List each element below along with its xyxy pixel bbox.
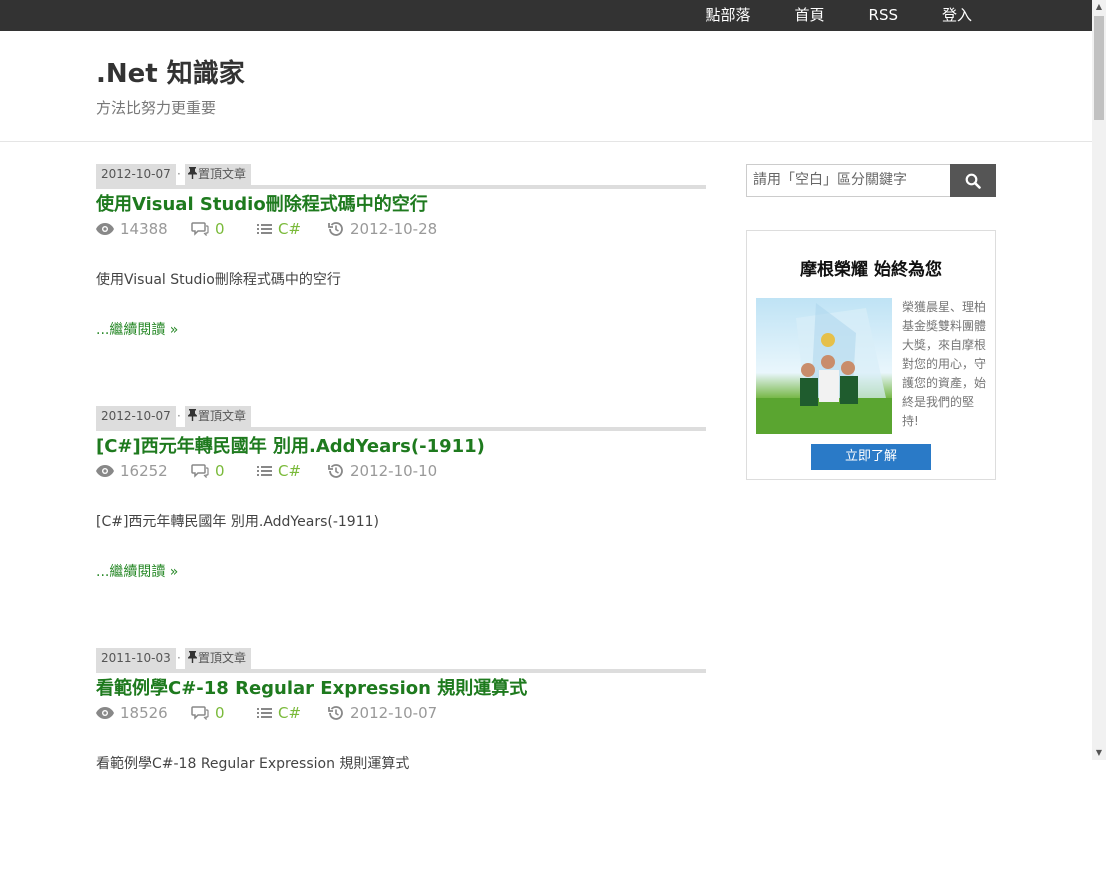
ad-title[interactable]: 摩根榮耀 始終為您	[747, 255, 995, 280]
post-stats: 14388 0 C# 2012-10-28	[96, 220, 706, 240]
comment-count-value: 0	[215, 220, 225, 238]
view-count-value: 14388	[120, 220, 168, 238]
pin-icon	[188, 651, 197, 663]
post-updated: 2012-10-07	[328, 704, 437, 722]
pin-icon	[188, 167, 197, 179]
view-count-value: 18526	[120, 704, 168, 722]
pin-icon	[188, 409, 197, 421]
site-title[interactable]: .Net 知識家	[96, 53, 245, 90]
search-button[interactable]	[950, 164, 996, 197]
post-title[interactable]: 使用Visual Studio刪除程式碼中的空行	[96, 190, 428, 216]
ad-description: 榮獲晨星、理柏基金獎雙料團體大獎，來自摩根對您的用心，守護您的資產，始終是我們的…	[902, 300, 987, 428]
sticky-badge: 置頂文章	[185, 648, 252, 669]
search-icon	[965, 173, 981, 189]
updated-date: 2012-10-28	[350, 220, 438, 238]
post-meta-bar: 2011-10-03 · 置頂文章	[96, 648, 706, 673]
eye-icon	[96, 707, 114, 719]
meta-separator: ·	[177, 409, 181, 423]
top-navigation-bar: 點部落 首頁 RSS 登入	[0, 0, 1092, 31]
read-more-link[interactable]: ...繼續閱讀 »	[96, 319, 178, 339]
search-box: 請用「空白」區分關鍵字	[746, 164, 996, 197]
history-icon	[328, 464, 343, 478]
comment-count-value: 0	[215, 704, 225, 722]
comment-count-value: 0	[215, 462, 225, 480]
scroll-thumb[interactable]	[1094, 16, 1104, 120]
post-excerpt: [C#]西元年轉民國年 別用.AddYears(-1911)	[96, 514, 379, 530]
post-updated: 2012-10-10	[328, 462, 437, 480]
sticky-label: 置頂文章	[198, 409, 247, 423]
post-title[interactable]: [C#]西元年轉民國年 別用.AddYears(-1911)	[96, 432, 485, 458]
post-category[interactable]: C#	[257, 462, 301, 480]
post-category[interactable]: C#	[257, 220, 301, 238]
nav-home[interactable]: 首頁	[795, 0, 825, 31]
category-label: C#	[278, 220, 302, 238]
sticky-label: 置頂文章	[198, 167, 247, 181]
post-title[interactable]: 看範例學C#-18 Regular Expression 規則運算式	[96, 674, 527, 700]
view-count: 14388	[96, 220, 168, 238]
nav-dotblog[interactable]: 點部落	[705, 0, 750, 31]
comment-icon	[191, 706, 209, 720]
list-icon	[257, 224, 272, 234]
list-icon	[257, 708, 272, 718]
vertical-scrollbar[interactable]: ▲ ▼	[1092, 0, 1106, 760]
category-label: C#	[278, 704, 302, 722]
post-list: 2012-10-07 · 置頂文章 使用Visual Studio刪除程式碼中的…	[96, 164, 706, 890]
comment-count[interactable]: 0	[191, 220, 225, 238]
comment-count[interactable]: 0	[191, 704, 225, 722]
post-item: 2011-10-03 · 置頂文章 看範例學C#-18 Regular Expr…	[96, 648, 706, 890]
post-excerpt: 看範例學C#-18 Regular Expression 規則運算式	[96, 756, 410, 772]
scroll-up-arrow-icon[interactable]: ▲	[1092, 0, 1106, 14]
meta-separator: ·	[177, 651, 181, 665]
site-description: 方法比努力更重要	[96, 99, 217, 117]
post-stats: 18526 0 C# 2012-10-07	[96, 704, 706, 724]
top-nav: 點部落 首頁 RSS 登入	[661, 0, 972, 31]
view-count-value: 16252	[120, 462, 168, 480]
updated-date: 2012-10-07	[350, 704, 438, 722]
category-label: C#	[278, 462, 302, 480]
sticky-badge: 置頂文章	[185, 164, 252, 185]
post-date: 2011-10-03	[96, 648, 176, 669]
scroll-down-arrow-icon[interactable]: ▼	[1092, 746, 1106, 760]
search-input[interactable]: 請用「空白」區分關鍵字	[746, 164, 953, 197]
nav-login[interactable]: 登入	[942, 0, 972, 31]
site-header: .Net 知識家 方法比努力更重要	[0, 31, 1092, 142]
post-updated: 2012-10-28	[328, 220, 437, 238]
view-count: 16252	[96, 462, 168, 480]
sticky-badge: 置頂文章	[185, 406, 252, 427]
nav-rss[interactable]: RSS	[869, 0, 898, 31]
learn-more-button[interactable]: 立即了解	[811, 444, 931, 470]
eye-icon	[96, 465, 114, 477]
post-meta-bar: 2012-10-07 · 置頂文章	[96, 164, 706, 189]
meta-separator: ·	[177, 167, 181, 181]
post-date: 2012-10-07	[96, 164, 176, 185]
updated-date: 2012-10-10	[350, 462, 438, 480]
post-meta-bar: 2012-10-07 · 置頂文章	[96, 406, 706, 431]
comment-icon	[191, 222, 209, 236]
eye-icon	[96, 223, 114, 235]
list-icon	[257, 466, 272, 476]
sticky-label: 置頂文章	[198, 651, 247, 665]
post-excerpt: 使用Visual Studio刪除程式碼中的空行	[96, 272, 341, 288]
post-stats: 16252 0 C# 2012-10-10	[96, 462, 706, 482]
history-icon	[328, 706, 343, 720]
post-item: 2012-10-07 · 置頂文章 使用Visual Studio刪除程式碼中的…	[96, 164, 706, 406]
ad-illustration	[756, 303, 892, 434]
view-count: 18526	[96, 704, 168, 722]
comment-count[interactable]: 0	[191, 462, 225, 480]
history-icon	[328, 222, 343, 236]
ad-image[interactable]	[756, 298, 892, 434]
comment-icon	[191, 464, 209, 478]
post-item: 2012-10-07 · 置頂文章 [C#]西元年轉民國年 別用.AddYear…	[96, 406, 706, 648]
advertisement-widget: 摩根榮耀 始終為您 榮獲晨星、理柏基金獎雙料團體大獎，來自摩根對您的用心，守護您…	[746, 230, 996, 480]
post-category[interactable]: C#	[257, 704, 301, 722]
post-date: 2012-10-07	[96, 406, 176, 427]
read-more-link[interactable]: ...繼續閱讀 »	[96, 561, 178, 581]
